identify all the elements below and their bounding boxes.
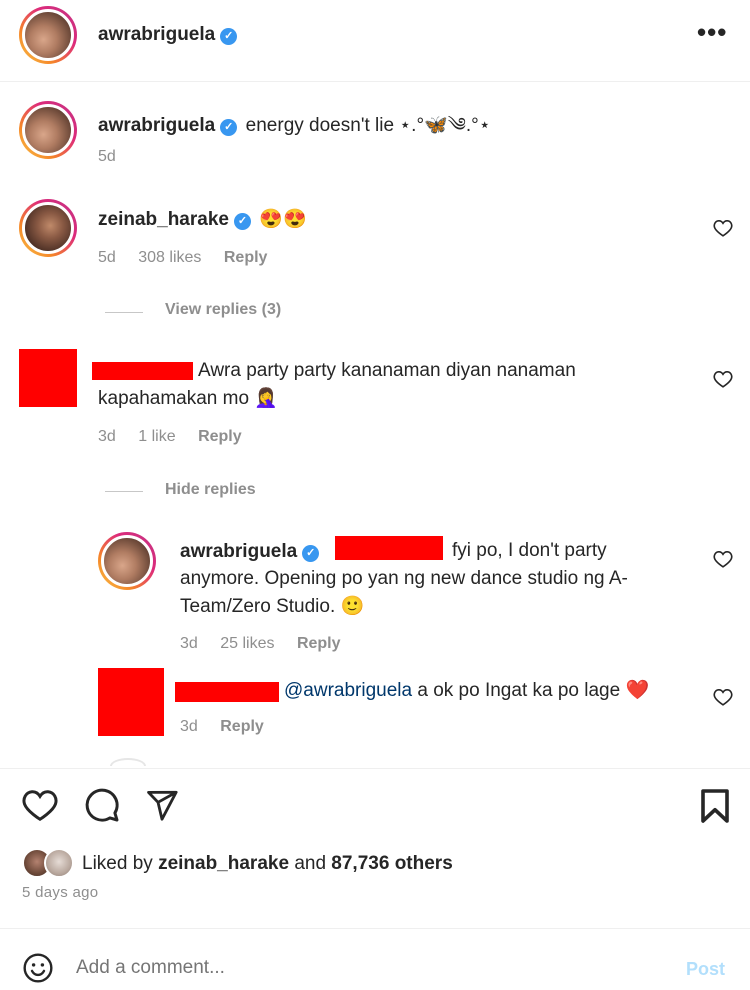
hide-replies-button[interactable]: Hide replies [165,481,256,499]
redacted-avatar [98,668,164,736]
reply-text-line3: Team/Zero Studio. 🙂 [180,596,365,617]
comment-icon[interactable] [84,787,120,828]
verified-icon: ✓ [220,119,238,136]
redacted-mention [335,536,443,560]
send-icon[interactable] [144,788,180,827]
replies-divider [105,312,143,313]
comment-text-line2: kapahamakan mo 🤦‍♀️ [98,388,278,409]
reply-text-line2: anymore. Opening po yan ng new dance stu… [180,568,628,589]
comment-likes[interactable]: 1 like [138,428,175,445]
verified-icon: ✓ [220,28,238,45]
verified-icon: ✓ [302,545,320,562]
reply-meta: 3d Reply [180,718,282,736]
reply-time: 3d [180,635,198,652]
comment-username[interactable]: zeinab_harake [98,209,229,230]
reply-avatar[interactable] [98,532,156,590]
add-comment-input[interactable] [76,952,636,984]
reply-button[interactable]: Reply [297,635,341,652]
header-avatar[interactable] [19,6,77,64]
comment-text-line1: Awra party party kananaman diyan nanaman [198,360,576,381]
reply-meta: 3d 25 likes Reply [180,635,359,653]
reply-username[interactable]: awrabriguela [180,541,297,562]
likes-prefix: Liked by [82,853,153,874]
comment-likes[interactable]: 308 likes [138,249,201,266]
liker-avatar [44,848,74,878]
cut-off-comment [110,758,670,766]
comment-like-heart-icon[interactable] [713,219,733,237]
comment-avatar-zeinab[interactable] [19,199,77,257]
redacted-username [92,362,193,380]
more-options-icon[interactable]: ••• [697,19,727,46]
view-replies-button[interactable]: View replies (3) [165,301,281,319]
header-username[interactable]: awrabriguela [98,24,215,45]
post-time: 5 days ago [22,884,99,901]
reply-button[interactable]: Reply [198,428,242,445]
post-header: awrabriguela ✓ ••• [0,0,750,82]
comment-time: 5d [98,249,116,266]
add-comment-divider [0,928,750,929]
reply-time: 3d [180,718,198,735]
likes-and: and [294,853,327,874]
comment-like-heart-icon[interactable] [713,370,733,388]
comment-like-heart-icon[interactable] [713,550,733,568]
likes-count[interactable]: 87,736 others [331,853,452,874]
caption-text: energy doesn't lie ⋆.°🦋༄.°⋆ [245,115,491,136]
reply-text-line1: fyi po, I don't party [452,540,607,561]
replies-divider [105,491,143,492]
reply-likes[interactable]: 25 likes [220,635,274,652]
verified-icon: ✓ [233,213,251,230]
reply-button[interactable]: Reply [220,718,264,735]
comment-text: 😍😍 [259,209,307,230]
reply-text: @awrabriguela a ok po Ingat ka po lage ❤… [284,677,649,704]
heart-icon[interactable] [22,788,58,827]
likes-user[interactable]: zeinab_harake [158,853,289,874]
redacted-avatar [19,349,77,407]
smiley-icon[interactable] [22,952,54,989]
comment-like-heart-icon[interactable] [713,688,733,706]
bookmark-icon[interactable] [699,788,731,829]
redacted-username [175,682,279,702]
post-button[interactable]: Post [686,959,725,980]
reply-message: a ok po Ingat ka po lage ❤️ [417,680,650,701]
caption: awrabriguela ✓ energy doesn't lie ⋆.°🦋༄.°… [98,112,718,139]
caption-avatar[interactable] [19,101,77,159]
mention-link[interactable]: @awrabriguela [284,680,412,701]
header-username-wrap[interactable]: awrabriguela ✓ [98,24,238,46]
likes-summary: Liked by zeinab_harake and 87,736 others [82,853,453,875]
caption-time: 5d [98,148,116,165]
actions-bar [0,768,750,769]
reply-button[interactable]: Reply [224,249,268,266]
caption-username[interactable]: awrabriguela [98,115,215,136]
comment-meta: 5d 308 likes Reply [98,249,285,267]
comment-meta: 3d 1 like Reply [98,428,260,446]
comment-time: 3d [98,428,116,445]
comment: zeinab_harake ✓ 😍😍 [98,206,678,233]
